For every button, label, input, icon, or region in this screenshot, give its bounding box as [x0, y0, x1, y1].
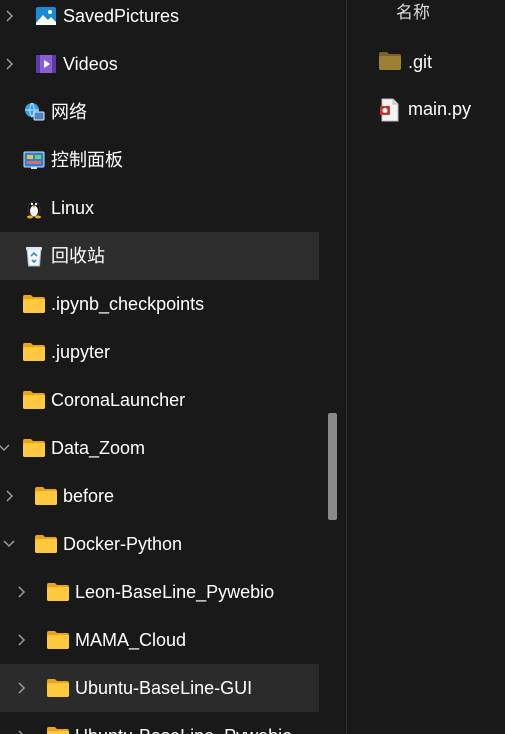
folder-icon	[23, 389, 45, 411]
nav-item-docker-python[interactable]: Docker-Python	[0, 520, 319, 568]
file-list-pane: 名称 .git main.py	[347, 0, 505, 734]
chevron-right-icon[interactable]	[1, 0, 17, 40]
nav-item-before[interactable]: before	[0, 472, 319, 520]
file-item-main-py[interactable]: main.py	[347, 89, 505, 129]
recycle-bin-icon	[23, 245, 45, 267]
nav-item-control-panel[interactable]: 控制面板	[0, 136, 319, 184]
nav-item-label: Data_Zoom	[51, 438, 146, 458]
network-icon	[23, 101, 45, 123]
python-file-icon	[379, 98, 401, 122]
chevron-right-icon[interactable]	[13, 664, 29, 712]
nav-item-ipynb-checkpoints[interactable]: .ipynb_checkpoints	[0, 280, 319, 328]
nav-item-label: Docker-Python	[63, 534, 183, 554]
nav-item-ubuntu-baseline-gui[interactable]: Ubuntu-BaseLine-GUI	[0, 664, 319, 712]
chevron-down-icon[interactable]	[1, 520, 17, 568]
navigation-scrollbar[interactable]	[326, 0, 338, 734]
nav-item-ubuntu-baseline-pywebio[interactable]: Ubuntu-BaseLine_Pywebio	[0, 712, 319, 734]
control-panel-icon	[23, 149, 45, 171]
nav-item-linux[interactable]: Linux	[0, 184, 319, 232]
nav-item-label: Leon-BaseLine_Pywebio	[75, 582, 275, 602]
chevron-right-icon[interactable]	[13, 712, 29, 734]
nav-item-label: Ubuntu-BaseLine_Pywebio	[75, 712, 292, 734]
nav-item-label: .ipynb_checkpoints	[51, 294, 205, 314]
nav-item-label: SavedPictures	[63, 6, 180, 26]
nav-item-label: 网络	[51, 102, 87, 122]
file-name: .git	[408, 52, 433, 72]
nav-item-label: Ubuntu-BaseLine-GUI	[75, 678, 253, 698]
nav-item-jupyter[interactable]: .jupyter	[0, 328, 319, 376]
chevron-down-icon[interactable]	[0, 424, 12, 472]
nav-item-leon-baseline-pywebio[interactable]: Leon-BaseLine_Pywebio	[0, 568, 319, 616]
nav-item-label: before	[63, 486, 115, 506]
folder-icon	[47, 581, 69, 603]
nav-item-label: Linux	[51, 198, 95, 218]
file-name: main.py	[408, 99, 472, 119]
file-item-git[interactable]: .git	[347, 42, 505, 82]
folder-icon	[23, 341, 45, 363]
linux-penguin-icon	[23, 197, 45, 219]
nav-item-label: 控制面板	[51, 150, 123, 170]
chevron-right-icon[interactable]	[1, 40, 17, 88]
column-header-name[interactable]: 名称	[396, 0, 430, 26]
folder-icon	[23, 437, 45, 459]
folder-icon	[23, 293, 45, 315]
chevron-right-icon[interactable]	[1, 472, 17, 520]
nav-item-label: 回收站	[51, 246, 105, 266]
chevron-right-icon[interactable]	[13, 616, 29, 664]
nav-item-videos[interactable]: Videos	[0, 40, 319, 88]
nav-item-recycle-bin[interactable]: 回收站	[0, 232, 319, 280]
scrollbar-thumb[interactable]	[328, 413, 337, 520]
nav-item-label: CoronaLauncher	[51, 390, 186, 410]
folder-icon	[35, 485, 57, 507]
nav-item-label: MAMA_Cloud	[75, 630, 187, 650]
nav-item-coronalauncher[interactable]: CoronaLauncher	[0, 376, 319, 424]
chevron-right-icon[interactable]	[13, 568, 29, 616]
folder-icon	[47, 629, 69, 651]
folder-icon	[47, 725, 69, 734]
folder-icon	[47, 677, 69, 699]
nav-item-data-zoom[interactable]: Data_Zoom	[0, 424, 319, 472]
folder-icon	[35, 533, 57, 555]
nav-item-label: .jupyter	[51, 342, 111, 362]
nav-item-savedpictures[interactable]: SavedPictures	[0, 0, 319, 40]
folder-icon	[379, 51, 401, 73]
navigation-pane: SavedPictures Videos 网络 控制面板 Linux 回收站 .…	[0, 0, 320, 734]
nav-item-mama-cloud[interactable]: MAMA_Cloud	[0, 616, 319, 664]
nav-item-network[interactable]: 网络	[0, 88, 319, 136]
videos-icon	[35, 53, 57, 75]
nav-item-label: Videos	[63, 54, 118, 74]
pictures-icon	[35, 5, 57, 27]
